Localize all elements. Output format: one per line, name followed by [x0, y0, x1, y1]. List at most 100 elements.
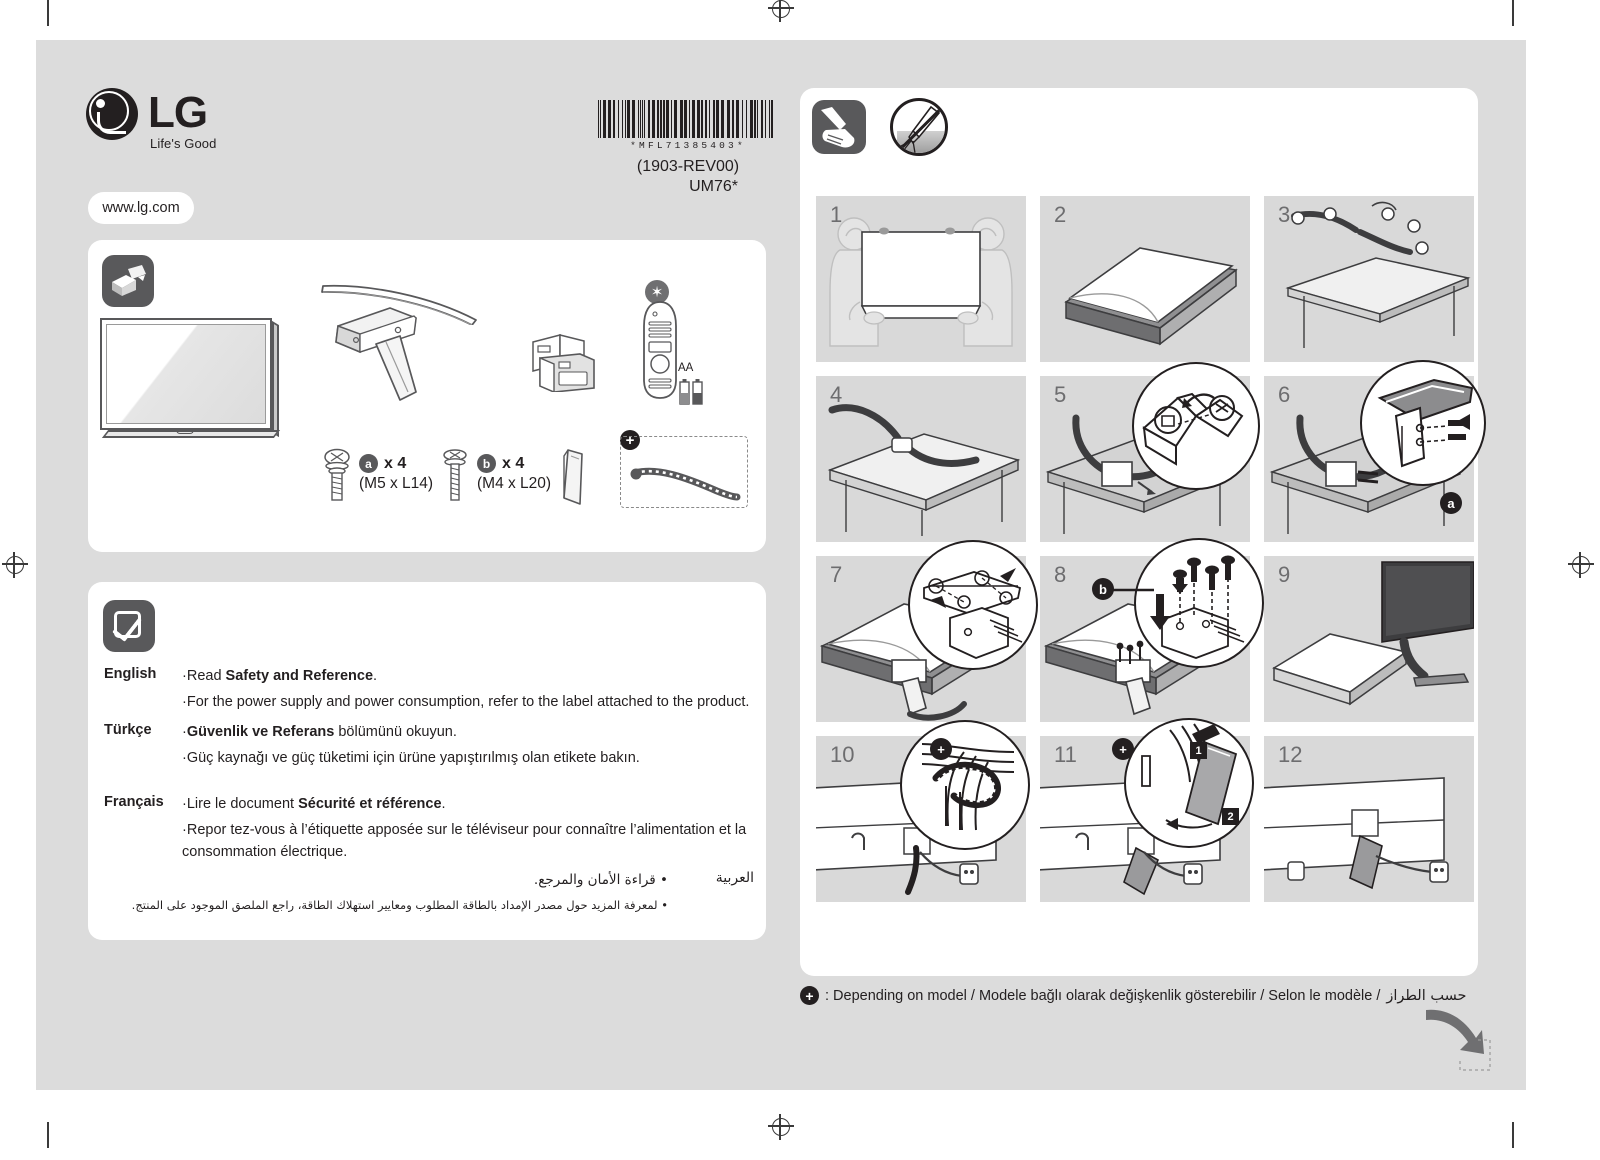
notice-block-arabic: العربية • قراءة الأمان والمرجع. • لمعرفة… — [104, 870, 754, 922]
notice-block-turkish: Türkçe ·Güvenlik ve Referans bölümünü ok… — [104, 722, 754, 774]
tv-panel-illustration — [100, 318, 281, 446]
step-number-6: 6 — [1278, 382, 1291, 407]
lg-tagline: Life's Good — [150, 136, 217, 151]
step-number-2: 2 — [1054, 202, 1067, 227]
battery-illustration — [678, 362, 706, 405]
step-panel-6: 6 a — [1264, 360, 1486, 542]
lg-face-mark — [86, 88, 138, 140]
step-8-screw-badge: b — [1092, 578, 1114, 600]
language-label-french: Français — [104, 794, 164, 810]
screw-b-spec: b x 4 (M4 x L20) — [440, 446, 551, 504]
step-panel-10: 10 + — [816, 720, 1030, 902]
screw-a-spec: a x 4 (M5 x L14) — [322, 446, 433, 504]
website-pill[interactable]: www.lg.com — [88, 192, 194, 224]
footer-plus-badge: + — [800, 986, 819, 1005]
step-number-9: 9 — [1278, 562, 1291, 587]
step-panel-9: 9 — [1264, 556, 1474, 722]
notice-fr-line-1: ·Lire le document Sécurité et référence. — [182, 796, 446, 812]
screwdriver-by-hand-icon — [812, 100, 866, 154]
step-11-seq-2: 2 — [1222, 808, 1239, 825]
step-6-callout — [1360, 360, 1486, 486]
screw-a-dims: (M5 x L14) — [359, 475, 434, 492]
step-number-1: 1 — [830, 202, 843, 227]
step-panel-4: 4 — [816, 376, 1026, 542]
step-7-callout — [908, 540, 1038, 670]
footer-note-text: : Depending on model / Modele bağlı olar… — [825, 987, 1381, 1004]
step-11-plus-badge: + — [1112, 738, 1134, 760]
no-power-drill-icon — [890, 98, 948, 156]
crop-mark-tr — [1512, 0, 1514, 26]
screw-a-badge: a — [359, 454, 378, 473]
step-number-3: 3 — [1278, 202, 1291, 227]
step-number-7: 7 — [830, 562, 843, 587]
step-11-seq-1: 1 — [1190, 742, 1207, 759]
notice-en-line-2: ·For the power supply and power consumpt… — [182, 693, 750, 710]
stand-neck-illustration — [330, 300, 440, 410]
notice-en-line-1: ·Read Safety and Reference. — [182, 668, 378, 684]
lg-wordmark: LG — [148, 88, 208, 137]
notice-ar-line-2: • لمعرفة المزيد حول مصدر الإمداد بالطاقة… — [131, 898, 668, 913]
step-number-10: 10 — [830, 742, 855, 767]
barcode-image — [598, 100, 778, 138]
step-10-plus-badge: + — [930, 738, 952, 760]
screw-b-illustration — [440, 446, 470, 504]
screw-b-dims: (M4 x L20) — [477, 475, 552, 492]
screw-a-qty: x 4 — [384, 454, 407, 472]
notice-block-english: English ·Read Safety and Reference. ·For… — [104, 666, 754, 718]
step-10-callout — [900, 720, 1030, 850]
notice-fr-line-2: ·Repor tez-vous à l’étiquette apposée su… — [182, 821, 747, 860]
step-art-9 — [1272, 561, 1474, 706]
step-panel-2: 2 — [1040, 196, 1250, 362]
page-fold-mark — [1426, 1009, 1491, 1071]
step-number-12: 12 — [1278, 742, 1303, 767]
reg-mark-left — [2, 552, 28, 578]
step-panel-5: 5 — [1040, 362, 1260, 542]
step-art-4 — [827, 404, 1021, 536]
step-number-8: 8 — [1054, 562, 1067, 587]
reg-mark-top — [768, 0, 794, 22]
reg-mark-right — [1568, 552, 1594, 578]
step-panel-3: 3 — [1264, 196, 1474, 362]
magic-remote-illustration — [638, 300, 682, 400]
barcode-block: *MFL71385403* (1903-REV00) — [598, 100, 778, 176]
step-6-screw-badge: a — [1440, 492, 1462, 514]
notice-ar-line-1: • قراءة الأمان والمرجع. — [533, 872, 668, 888]
step-art-1 — [829, 217, 1013, 347]
barcode-digits: *MFL71385403* — [630, 140, 746, 151]
crop-mark-bl — [47, 1122, 49, 1148]
step-number-11: 11 — [1054, 742, 1077, 767]
model-label: UM76* — [689, 178, 738, 195]
step-number-4: 4 — [830, 382, 843, 407]
lg-logo: LG Life's Good — [86, 88, 266, 151]
unbox-icon — [102, 255, 154, 307]
crop-mark-br — [1512, 1122, 1514, 1148]
screw-a-illustration — [322, 446, 352, 504]
screw-b-qty: x 4 — [502, 454, 525, 472]
notice-tr-line-2: ·Güç kaynağı ve güç tüketimi için ürüne … — [182, 749, 640, 766]
manual-illustration — [528, 330, 606, 394]
page-root: LG Life's Good www.lg.com *MFL71385403* … — [0, 0, 1600, 1160]
revision-label: (1903-REV00) — [636, 158, 740, 175]
notice-block-french: Français ·Lire le document Sécurité et r… — [104, 794, 754, 867]
optional-accessory-box — [620, 436, 748, 508]
step-panel-1: 1 — [816, 196, 1026, 362]
step-panel-12: 12 — [1264, 736, 1474, 902]
step-panel-11: 11 + 1 2 — [1040, 718, 1254, 902]
cable-cover-illustration — [556, 448, 594, 508]
step-8-callout — [1134, 538, 1264, 668]
footer-note: + : Depending on model / Modele bağlı ol… — [800, 986, 1500, 1005]
step-art-3 — [1285, 201, 1471, 348]
screw-b-badge: b — [477, 454, 496, 473]
check-icon — [103, 600, 155, 652]
step-art-2 — [1064, 247, 1238, 346]
language-label-arabic: العربية — [715, 870, 754, 886]
language-label-english: English — [104, 666, 157, 682]
reg-mark-bottom — [768, 1114, 794, 1140]
step-number-5: 5 — [1054, 382, 1067, 407]
language-label-turkish: Türkçe — [104, 722, 152, 738]
step-8-leader-line — [1112, 588, 1154, 592]
assembly-steps-grid: 1 2 3 4 5 6 a 7 8 b 9 10 + 11 + 1 2 12 — [816, 196, 1486, 902]
notice-tr-line-1: ·Güvenlik ve Referans bölümünü okuyun. — [182, 724, 457, 740]
step-panel-7: 7 — [816, 540, 1038, 722]
step-11-callout — [1124, 718, 1254, 848]
